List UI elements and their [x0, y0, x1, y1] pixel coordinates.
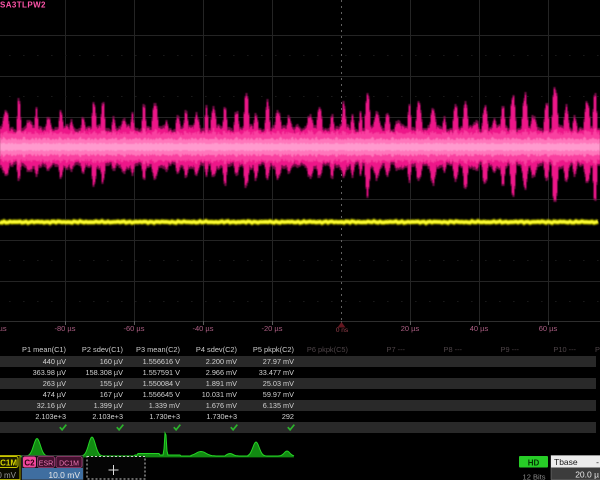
svg-text:-80 µs: -80 µs	[55, 324, 76, 333]
svg-text:1.556616 V: 1.556616 V	[143, 357, 180, 366]
svg-text:-100 µs: -100 µs	[0, 324, 7, 333]
svg-text:155 µV: 155 µV	[100, 379, 123, 388]
svg-text:1.557591 V: 1.557591 V	[143, 368, 180, 377]
svg-text:2.103e+3: 2.103e+3	[92, 412, 123, 421]
svg-text:0 ns: 0 ns	[336, 327, 349, 334]
svg-text:2.200 mV: 2.200 mV	[206, 357, 237, 366]
svg-text:SA3TLPW2: SA3TLPW2	[0, 1, 46, 10]
svg-text:20 µs: 20 µs	[401, 324, 420, 333]
svg-text:-40 µs: -40 µs	[193, 324, 214, 333]
svg-text:P6 pkpk(C5): P6 pkpk(C5)	[307, 345, 348, 354]
svg-text:1.550084 V: 1.550084 V	[143, 379, 180, 388]
svg-text:474 µV: 474 µV	[43, 390, 66, 399]
svg-text:P9 ---: P9 ---	[501, 345, 520, 354]
svg-text:1.676 mV: 1.676 mV	[206, 401, 237, 410]
svg-text:40 µs: 40 µs	[470, 324, 489, 333]
svg-text:263 µV: 263 µV	[43, 379, 66, 388]
svg-text:32.16 µV: 32.16 µV	[37, 401, 66, 410]
svg-text:P7 ---: P7 ---	[387, 345, 406, 354]
svg-text:1.399 µV: 1.399 µV	[94, 401, 123, 410]
svg-text:HD: HD	[528, 459, 540, 468]
svg-text:2.966 mV: 2.966 mV	[206, 368, 237, 377]
svg-text:0 mV: 0 mV	[0, 471, 17, 480]
svg-text:1.339 mV: 1.339 mV	[149, 401, 180, 410]
svg-text:1.730e+3: 1.730e+3	[149, 412, 180, 421]
svg-text:P10 ---: P10 ---	[553, 345, 576, 354]
svg-text:10.0 mV: 10.0 mV	[48, 470, 80, 480]
svg-text:Tbase: Tbase	[554, 457, 578, 467]
svg-text:P2 sdev(C1): P2 sdev(C1)	[82, 345, 123, 354]
svg-text:440 µV: 440 µV	[43, 357, 66, 366]
svg-text:158.308 µV: 158.308 µV	[86, 368, 124, 377]
svg-text:6.135 mV: 6.135 mV	[263, 401, 294, 410]
svg-text:1.730e+3: 1.730e+3	[206, 412, 237, 421]
svg-text:1.556645 V: 1.556645 V	[143, 390, 180, 399]
svg-text:-60 µs: -60 µs	[124, 324, 145, 333]
svg-text:33.477 mV: 33.477 mV	[259, 368, 294, 377]
svg-text:292: 292	[282, 412, 294, 421]
svg-text:20.0 µ: 20.0 µ	[575, 470, 599, 480]
svg-text:-20 µs: -20 µs	[262, 324, 283, 333]
svg-text:27.97 mV: 27.97 mV	[263, 357, 294, 366]
svg-text:P4 sdev(C2): P4 sdev(C2)	[196, 345, 237, 354]
svg-text:P1 mean(C1): P1 mean(C1)	[22, 345, 66, 354]
svg-text:160 µV: 160 µV	[100, 357, 123, 366]
svg-text:2.103e+3: 2.103e+3	[35, 412, 66, 421]
svg-text:P5 pkpk(C2): P5 pkpk(C2)	[253, 345, 294, 354]
svg-text:C1M: C1M	[0, 459, 17, 468]
svg-text:1.891 mV: 1.891 mV	[206, 379, 237, 388]
svg-text:12 Bits: 12 Bits	[523, 473, 546, 480]
svg-text:167 µV: 167 µV	[100, 390, 123, 399]
svg-text:ESR: ESR	[39, 461, 53, 468]
svg-text:-: -	[596, 457, 599, 467]
svg-text:P3 mean(C2): P3 mean(C2)	[136, 345, 180, 354]
svg-text:363.98 µV: 363.98 µV	[33, 368, 67, 377]
svg-text:P8 ---: P8 ---	[444, 345, 463, 354]
svg-text:60 µs: 60 µs	[539, 324, 558, 333]
svg-text:P1: P1	[595, 345, 600, 354]
svg-text:25.03 mV: 25.03 mV	[263, 379, 294, 388]
svg-text:DC1M: DC1M	[59, 461, 79, 468]
svg-text:59.97 mV: 59.97 mV	[263, 390, 294, 399]
svg-text:C2: C2	[24, 459, 35, 468]
svg-text:10.031 mV: 10.031 mV	[202, 390, 237, 399]
